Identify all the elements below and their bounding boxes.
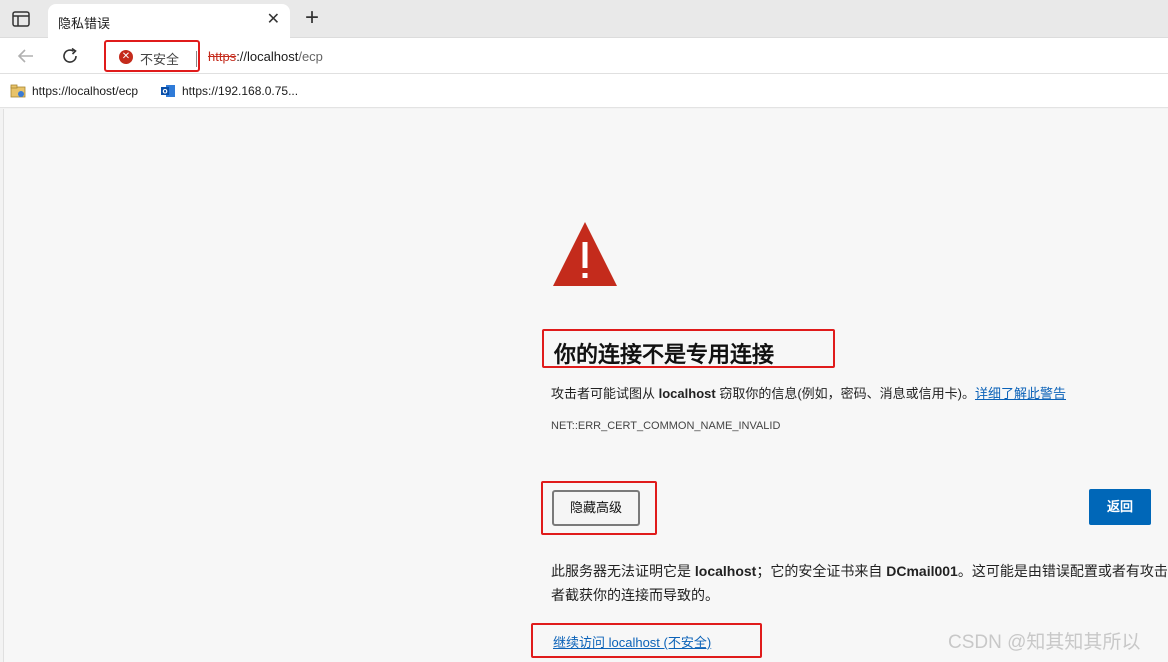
toolbar: ✕ 不安全 https://localhost/ecp: [0, 38, 1168, 74]
security-label: 不安全: [140, 52, 180, 67]
address-bar[interactable]: ✕ 不安全 https://localhost/ecp: [100, 39, 1168, 73]
error-page: 你的连接不是专用连接 攻击者可能试图从 localhost 窃取你的信息(例如，…: [3, 109, 1168, 662]
warning-description: 攻击者可能试图从 localhost 窃取你的信息(例如，密码、消息或信用卡)。…: [551, 383, 1066, 402]
tab-active[interactable]: 隐私错误 ✕: [48, 4, 290, 38]
proceed-highlight: 继续访问 localhost (不安全): [531, 623, 762, 658]
desc-text: 攻击者可能试图从: [551, 386, 659, 401]
favorites-bar: https://localhost/ecp Ohttps://192.168.0…: [0, 74, 1168, 108]
hide-advanced-highlight: 隐藏高级: [541, 481, 657, 535]
url-host: ://localhost: [236, 49, 299, 64]
favorite-item[interactable]: https://localhost/ecp: [10, 83, 138, 101]
url-path: /ecp: [298, 49, 323, 64]
desc-text-2: 窃取你的信息(例如，密码、消息或信用卡)。: [715, 386, 975, 401]
learn-more-link[interactable]: 详细了解此警告: [975, 386, 1066, 401]
url-scheme: https: [208, 49, 237, 64]
url-text[interactable]: https://localhost/ecp: [208, 49, 323, 64]
tab-actions-icon[interactable]: [10, 9, 32, 29]
error-x-icon: ✕: [119, 50, 133, 64]
divider: [196, 51, 197, 67]
warning-triangle-icon: [553, 222, 617, 286]
back-button[interactable]: 返回: [1089, 489, 1151, 525]
tab-title: 隐私错误: [58, 16, 111, 31]
hide-advanced-button[interactable]: 隐藏高级: [552, 490, 640, 526]
error-code: NET::ERR_CERT_COMMON_NAME_INVALID: [551, 420, 781, 432]
new-tab-button[interactable]: +: [300, 6, 324, 30]
back-arrow-icon[interactable]: [16, 46, 36, 66]
proceed-unsafe-link[interactable]: 继续访问 localhost (不安全): [553, 632, 711, 651]
favorite-label: https://192.168.0.75...: [182, 83, 299, 98]
svg-text:O: O: [162, 88, 167, 95]
advanced-details: 此服务器无法证明它是 localhost；它的安全证书来自 DCmail001。…: [551, 559, 1168, 607]
detail-text: 此服务器无法证明它是: [551, 563, 695, 579]
page-title: 你的连接不是专用连接: [554, 342, 775, 367]
tab-strip: 隐私错误 ✕ +: [0, 0, 1168, 38]
refresh-icon[interactable]: [60, 46, 80, 66]
outlook-icon: O: [161, 84, 175, 97]
watermark: CSDN @知其知其所以: [948, 632, 1141, 653]
desc-host: localhost: [658, 386, 716, 401]
detail-issuer: DCmail001: [886, 563, 958, 579]
close-icon[interactable]: ✕: [267, 12, 280, 28]
detail-text-2: ；它的安全证书来自: [756, 563, 887, 579]
detail-host: localhost: [694, 563, 757, 579]
favorite-label: https://localhost/ecp: [32, 83, 139, 98]
folder-link-icon: [10, 84, 26, 98]
favorite-item[interactable]: Ohttps://192.168.0.75...: [160, 83, 298, 101]
headline-highlight: 你的连接不是专用连接: [542, 329, 835, 368]
security-indicator[interactable]: ✕ 不安全: [104, 40, 200, 72]
